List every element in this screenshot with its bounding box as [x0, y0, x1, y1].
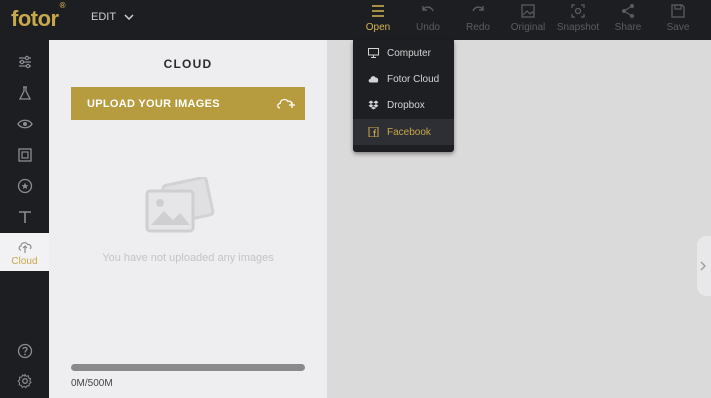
save-label: Save: [666, 22, 690, 33]
share-button[interactable]: Share: [605, 3, 651, 37]
sidebar-item-help[interactable]: [0, 336, 49, 366]
logo-text: fotor: [11, 6, 59, 31]
image-icon: [521, 4, 535, 18]
cloud-icon: [18, 241, 31, 253]
open-menu-item-facebook[interactable]: Facebook: [353, 119, 454, 145]
open-menu-item-label: Fotor Cloud: [387, 73, 440, 85]
redo-button[interactable]: Redo: [455, 3, 501, 37]
open-dropdown-menu: Computer Fotor Cloud Dropbox Facebook: [353, 40, 454, 152]
sidebar-item-effects[interactable]: [0, 78, 49, 108]
open-menu-item-label: Facebook: [387, 126, 431, 138]
sidebar-item-adjust[interactable]: [0, 47, 49, 77]
flask-icon: [18, 86, 31, 100]
registered-mark: ®: [59, 0, 66, 10]
empty-message: You have not uploaded any images: [102, 252, 274, 264]
fotor-logo[interactable]: fotor®: [11, 1, 66, 32]
chevron-down-icon: [124, 14, 134, 20]
sidebar-item-settings[interactable]: [0, 366, 49, 396]
open-label: Open: [365, 22, 391, 33]
upload-images-button[interactable]: UPLOAD YOUR IMAGES: [71, 87, 305, 120]
sidebar-item-text[interactable]: [0, 202, 49, 232]
camera-icon: [571, 4, 585, 18]
redo-icon: [472, 6, 484, 12]
original-button[interactable]: Original: [505, 3, 551, 37]
hamburger-icon: [372, 5, 384, 17]
right-panel-toggle[interactable]: [697, 236, 711, 296]
panel-title: CLOUD: [163, 57, 213, 71]
redo-label: Redo: [466, 22, 490, 33]
sidebar-item-cloud[interactable]: Cloud: [0, 233, 49, 271]
cloud-upload-icon: [277, 98, 295, 109]
edit-menu-button[interactable]: EDIT: [91, 11, 134, 23]
open-button[interactable]: Open: [355, 3, 401, 37]
dropbox-icon: [368, 100, 379, 110]
undo-button[interactable]: Undo: [405, 3, 451, 37]
cloud-panel: CLOUD UPLOAD YOUR IMAGES You have not up…: [49, 40, 327, 398]
open-menu-item-label: Computer: [387, 47, 431, 59]
open-menu-item-computer[interactable]: Computer: [353, 40, 454, 66]
sidebar-item-cloud-label: Cloud: [11, 255, 38, 267]
sidebar-item-beauty[interactable]: [0, 109, 49, 139]
original-label: Original: [510, 22, 546, 33]
settings-icon: [17, 373, 32, 389]
save-button[interactable]: Save: [655, 3, 701, 37]
sidebar-item-stickers[interactable]: [0, 171, 49, 201]
empty-images-icon: [145, 177, 215, 233]
upload-images-label: UPLOAD YOUR IMAGES: [87, 97, 220, 110]
open-menu-item-dropbox[interactable]: Dropbox: [353, 92, 454, 118]
snapshot-label: Snapshot: [556, 22, 600, 33]
open-menu-item-label: Dropbox: [387, 99, 425, 111]
facebook-icon: [368, 127, 379, 137]
edit-label: EDIT: [91, 11, 117, 23]
help-icon: [17, 343, 32, 359]
chevron-right-icon: [700, 261, 706, 271]
snapshot-button[interactable]: Snapshot: [555, 3, 601, 37]
eye-icon: [16, 119, 33, 129]
sliders-icon: [18, 55, 31, 69]
text-icon: [18, 211, 31, 223]
storage-usage-text: 0M/500M: [71, 378, 113, 389]
top-bar: fotor® EDIT Open Undo Redo Original Snap…: [0, 0, 711, 40]
sidebar-item-frames[interactable]: [0, 140, 49, 170]
cloud-icon: [368, 76, 379, 83]
floppy-icon: [671, 4, 685, 18]
sticker-icon: [17, 178, 32, 194]
open-menu-item-fotor-cloud[interactable]: Fotor Cloud: [353, 66, 454, 92]
frame-icon: [17, 148, 32, 162]
undo-label: Undo: [416, 22, 440, 33]
undo-icon: [422, 6, 434, 12]
left-sidebar: Cloud: [0, 40, 49, 398]
share-icon: [622, 4, 634, 18]
storage-progress-bar: [71, 364, 305, 371]
monitor-icon: [368, 48, 379, 58]
share-label: Share: [614, 22, 642, 33]
